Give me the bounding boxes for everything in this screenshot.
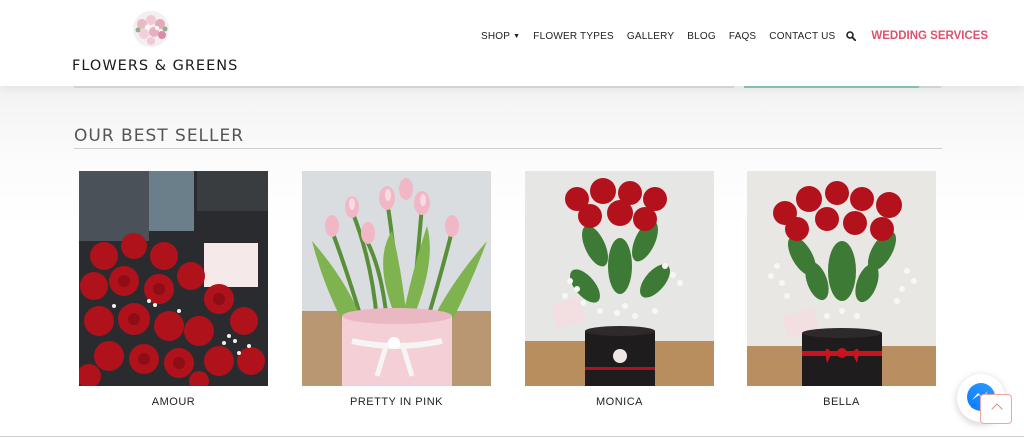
section-divider [74,148,942,149]
nav-item-contact-us[interactable]: CONTACT US [769,31,835,42]
scroll-to-top-button[interactable] [980,394,1012,424]
product-image-amour[interactable] [79,171,268,386]
product-image-pretty-in-pink[interactable] [302,171,491,386]
product-card[interactable]: BELLA [747,171,936,408]
section-title: OUR BEST SELLER [74,126,245,146]
nav-item-label: FLOWER TYPES [533,30,614,42]
product-name[interactable]: AMOUR [79,396,268,408]
product-name[interactable]: PRETTY IN PINK [302,396,491,408]
nav-item-wedding-services[interactable]: WEDDING SERVICES [871,30,988,42]
brand-name: FLOWERS & GREENS [72,58,239,74]
search-icon[interactable] [846,31,857,41]
chevron-down-icon: ▼ [513,32,521,40]
product-image-monica[interactable] [525,171,714,386]
nav-item-label: CONTACT US [769,30,836,42]
brand-logo[interactable]: FLOWERS & GREENS [72,8,239,78]
product-name[interactable]: BELLA [747,396,936,408]
product-card[interactable]: AMOUR [79,171,268,408]
chevron-up-icon [991,403,1003,415]
nav-item-label: SHOP [481,30,511,42]
product-image-bella[interactable] [747,171,936,386]
nav-item-label: FAQS [728,30,757,42]
nav-item-shop[interactable]: SHOP ▼ [481,31,520,42]
nav-item-flower-types[interactable]: FLOWER TYPES [533,31,614,42]
product-card[interactable]: MONICA [525,171,714,408]
divider [0,436,1024,437]
main-nav: SHOP ▼ FLOWER TYPES GALLERY BLOG FAQS CO… [481,29,988,43]
nav-item-label: GALLERY [626,30,675,42]
site-header: FLOWERS & GREENS SHOP ▼ FLOWER TYPES GAL… [0,0,1024,86]
bouquet-logo-icon [133,11,169,47]
accent-divider [744,86,919,88]
nav-item-gallery[interactable]: GALLERY [627,31,674,42]
nav-item-blog[interactable]: BLOG [687,31,716,42]
product-card[interactable]: PRETTY IN PINK [302,171,491,408]
divider [919,86,941,88]
nav-item-faqs[interactable]: FAQS [729,31,756,42]
product-name[interactable]: MONICA [525,396,714,408]
nav-item-label: BLOG [687,30,716,42]
divider [74,86,734,88]
